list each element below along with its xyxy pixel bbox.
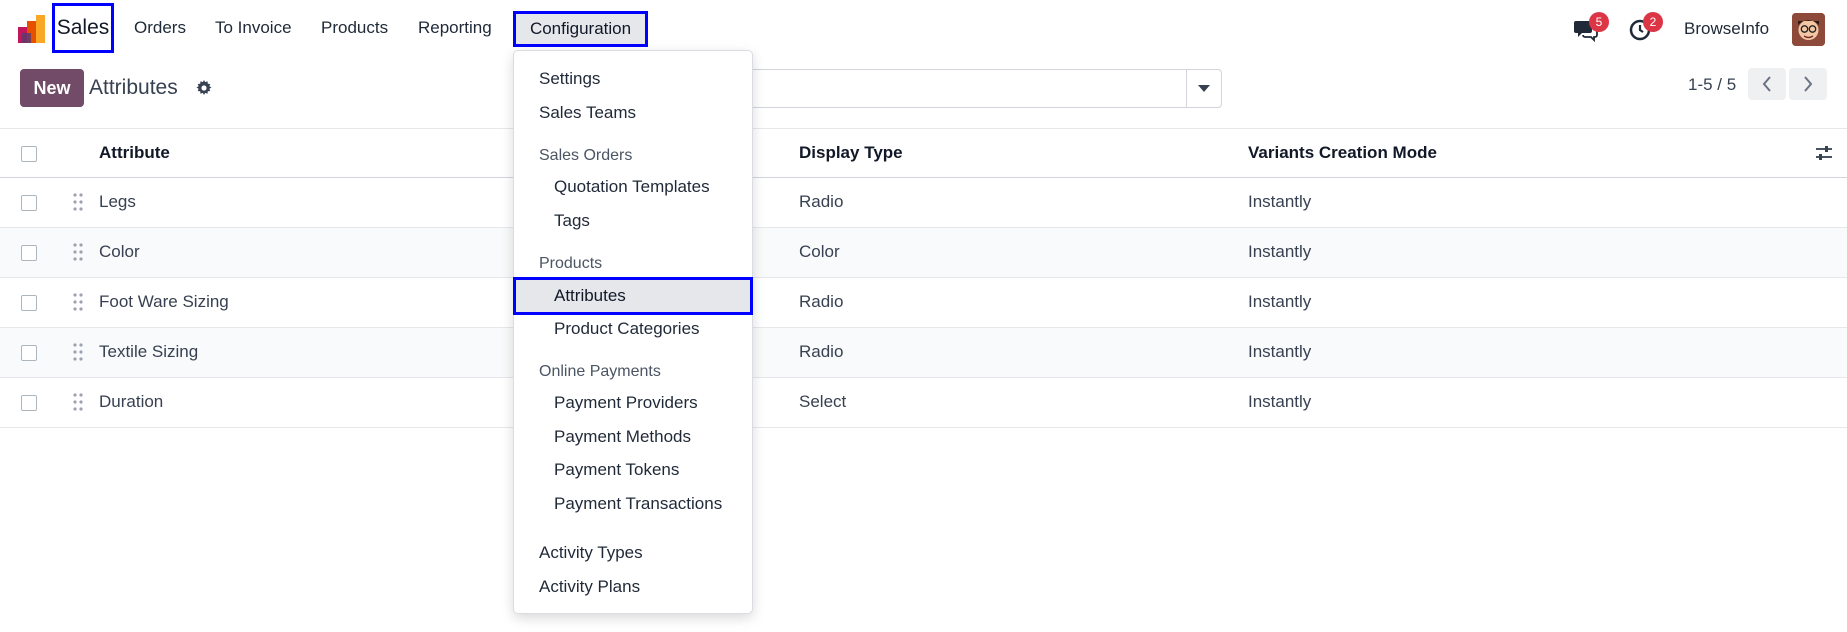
- menu-item-payment-methods[interactable]: Payment Methods: [554, 427, 691, 447]
- menu-item-attributes[interactable]: Attributes: [513, 277, 753, 315]
- table-row[interactable]: Color Color Instantly: [0, 228, 1847, 278]
- select-all-checkbox[interactable]: [21, 146, 37, 162]
- configuration-dropdown-menu: Settings Sales Teams Sales Orders Quotat…: [513, 50, 753, 614]
- cell-creation-mode: Instantly: [1248, 192, 1312, 211]
- drag-handle-icon[interactable]: [73, 392, 83, 412]
- menu-item-activity-plans[interactable]: Activity Plans: [539, 577, 640, 597]
- new-button[interactable]: New: [20, 69, 84, 107]
- page-title: Attributes: [89, 76, 178, 99]
- search-input[interactable]: [740, 69, 1187, 108]
- optional-columns-icon[interactable]: [1815, 144, 1833, 162]
- column-header-variants-creation-mode[interactable]: Variants Creation Mode: [1248, 143, 1437, 163]
- cell-creation-mode: Instantly: [1248, 242, 1312, 261]
- cell-display-type: Radio: [799, 192, 844, 211]
- cell-attribute: Duration: [99, 392, 164, 411]
- drag-handle-icon[interactable]: [73, 342, 83, 362]
- caret-down-icon: [1198, 84, 1210, 92]
- menu-item-activity-types[interactable]: Activity Types: [539, 543, 643, 563]
- table-row[interactable]: Duration Select Instantly: [0, 378, 1847, 428]
- activities-badge: 2: [1643, 12, 1663, 32]
- cell-attribute: Legs: [99, 192, 136, 211]
- user-avatar[interactable]: [1792, 13, 1825, 46]
- menu-products[interactable]: Products: [321, 18, 388, 38]
- search-options-toggle[interactable]: [1186, 69, 1222, 108]
- menu-item-payment-tokens[interactable]: Payment Tokens: [554, 460, 679, 480]
- row-checkbox[interactable]: [21, 395, 37, 411]
- top-navbar: Sales Orders To Invoice Products Reporti…: [0, 0, 1847, 58]
- chevron-right-icon: [1804, 76, 1813, 92]
- cell-display-type: Radio: [799, 342, 844, 361]
- menu-item-settings[interactable]: Settings: [539, 69, 600, 89]
- menu-section-products: Products: [539, 255, 603, 272]
- cell-attribute: Foot Ware Sizing: [99, 292, 229, 311]
- row-checkbox[interactable]: [21, 295, 37, 311]
- menu-section-online-payments: Online Payments: [539, 363, 661, 380]
- column-header-display-type[interactable]: Display Type: [799, 143, 903, 163]
- chevron-left-icon: [1762, 76, 1771, 92]
- column-header-attribute[interactable]: Attribute: [99, 143, 170, 163]
- cell-display-type: Color: [799, 242, 840, 261]
- menu-item-payment-transactions[interactable]: Payment Transactions: [554, 494, 722, 514]
- menu-item-payment-providers[interactable]: Payment Providers: [554, 393, 698, 413]
- table-header: Attribute Display Type Variants Creation…: [0, 128, 1847, 178]
- menu-reporting[interactable]: Reporting: [418, 18, 492, 38]
- menu-item-quotation-templates[interactable]: Quotation Templates: [554, 177, 710, 197]
- menu-section-sales-orders: Sales Orders: [539, 147, 633, 164]
- cell-creation-mode: Instantly: [1248, 392, 1312, 411]
- sales-app-icon[interactable]: [18, 15, 48, 43]
- pager-previous-button[interactable]: [1748, 68, 1786, 100]
- pager-next-button[interactable]: [1789, 68, 1827, 100]
- gear-icon[interactable]: [196, 80, 212, 96]
- cell-creation-mode: Instantly: [1248, 342, 1312, 361]
- drag-handle-icon[interactable]: [73, 242, 83, 262]
- cell-attribute: Textile Sizing: [99, 342, 199, 361]
- cell-attribute: Color: [99, 242, 140, 261]
- row-checkbox[interactable]: [21, 245, 37, 261]
- row-checkbox[interactable]: [21, 345, 37, 361]
- drag-handle-icon[interactable]: [73, 292, 83, 312]
- user-menu-name[interactable]: BrowseInfo: [1684, 19, 1769, 39]
- menu-orders[interactable]: Orders: [134, 18, 186, 38]
- menu-configuration[interactable]: Configuration: [513, 11, 648, 47]
- cell-creation-mode: Instantly: [1248, 292, 1312, 311]
- menu-item-sales-teams[interactable]: Sales Teams: [539, 103, 636, 123]
- pager-value[interactable]: 1-5 / 5: [1688, 75, 1736, 95]
- attributes-list: Attribute Display Type Variants Creation…: [0, 128, 1847, 428]
- row-checkbox[interactable]: [21, 195, 37, 211]
- table-row[interactable]: Legs Radio Instantly: [0, 178, 1847, 228]
- app-brand-sales[interactable]: Sales: [52, 3, 114, 53]
- drag-handle-icon[interactable]: [73, 192, 83, 212]
- cell-display-type: Select: [799, 392, 847, 411]
- table-row[interactable]: Textile Sizing Radio Instantly: [0, 328, 1847, 378]
- table-row[interactable]: Foot Ware Sizing Radio Instantly: [0, 278, 1847, 328]
- menu-to-invoice[interactable]: To Invoice: [215, 18, 292, 38]
- messages-badge: 5: [1589, 12, 1609, 32]
- menu-item-tags[interactable]: Tags: [554, 211, 590, 231]
- menu-item-product-categories[interactable]: Product Categories: [554, 319, 700, 339]
- cell-display-type: Radio: [799, 292, 844, 311]
